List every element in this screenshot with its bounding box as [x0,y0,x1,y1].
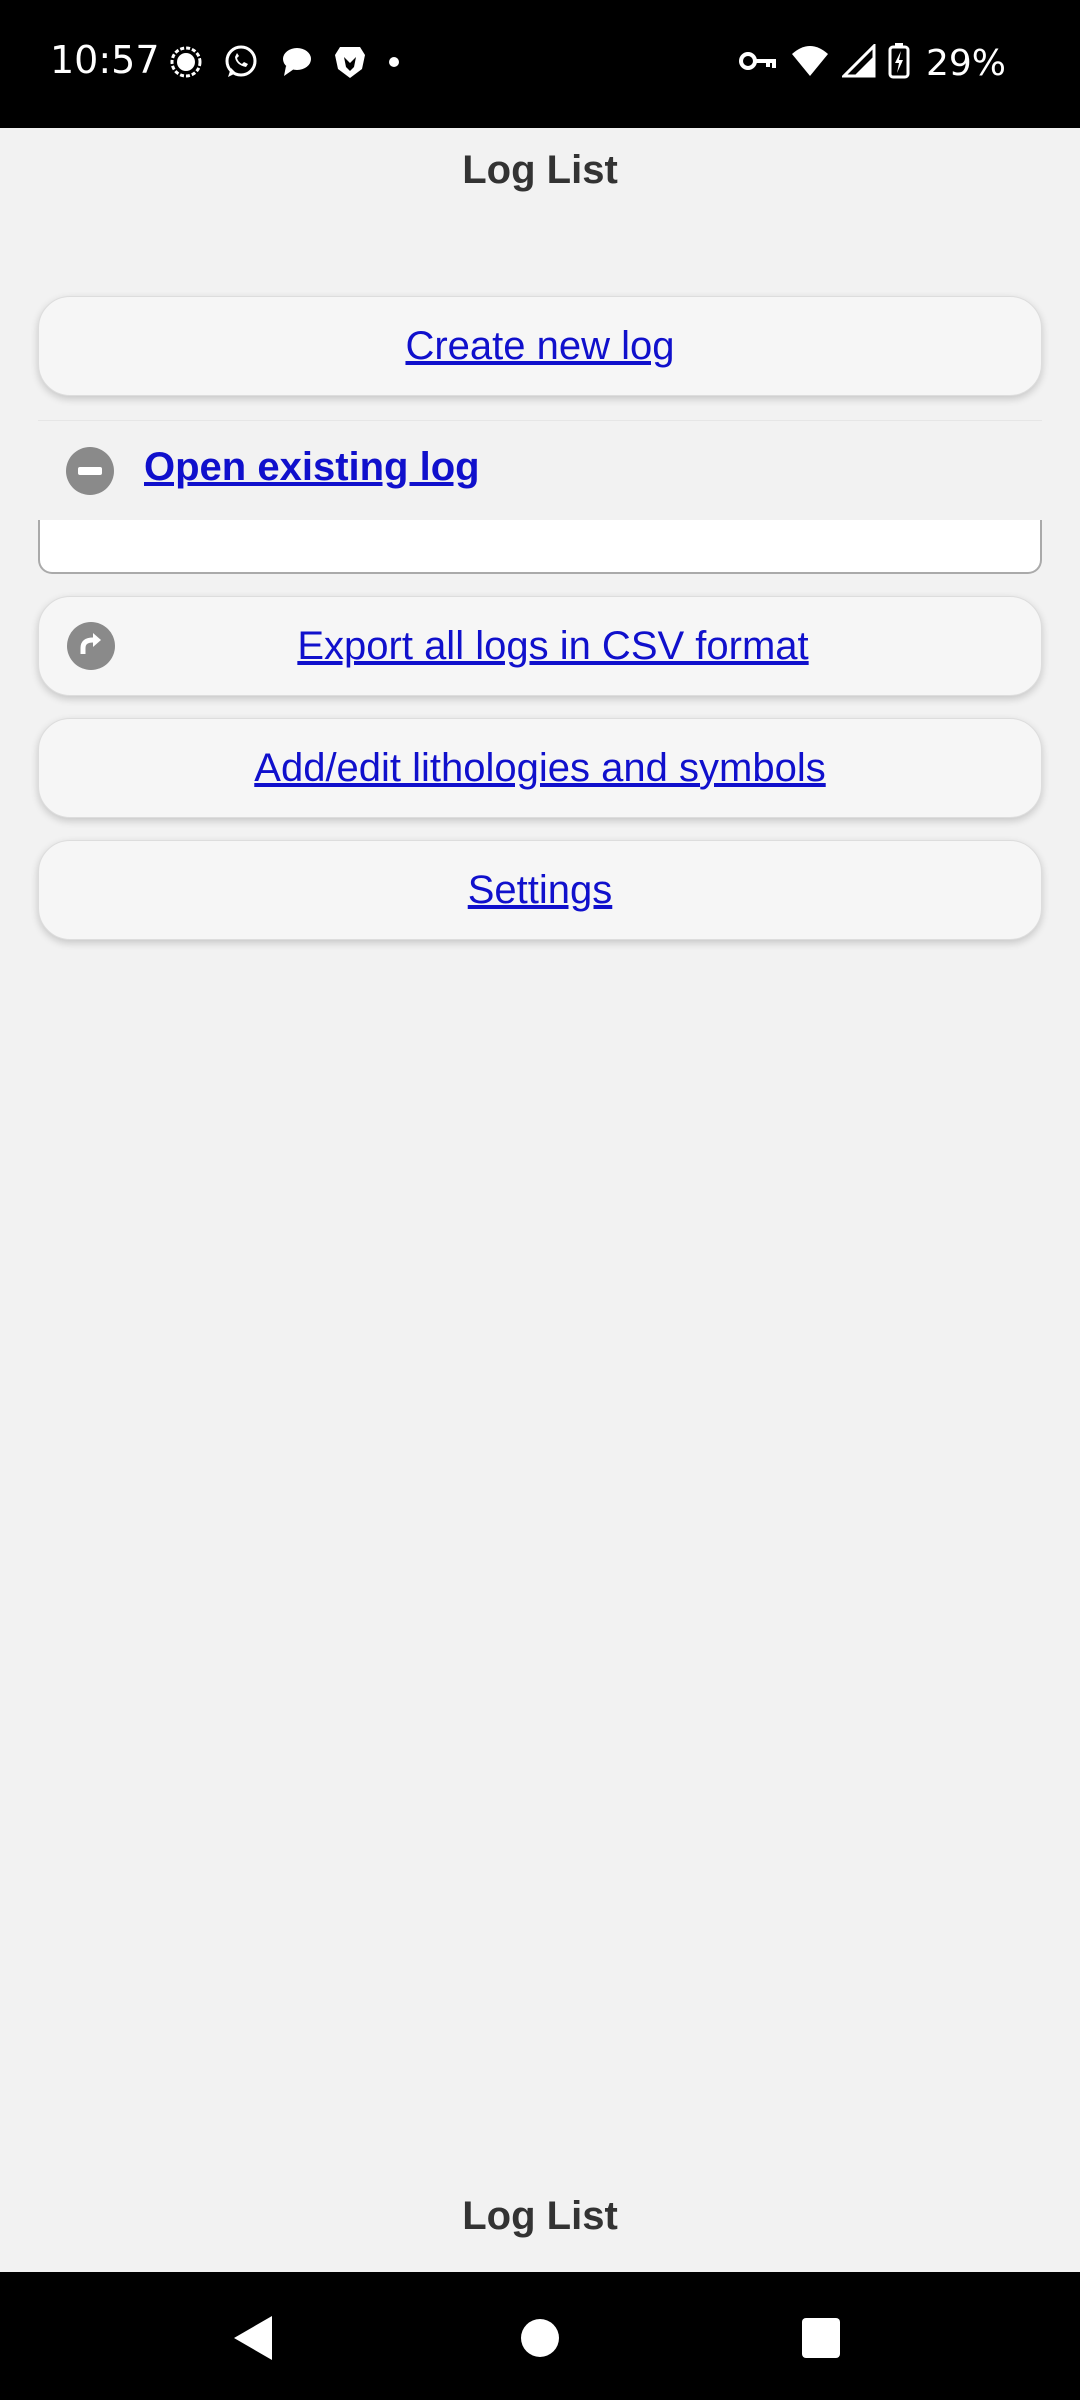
recents-icon[interactable] [800,2314,842,2365]
cell-signal-icon [840,41,876,83]
home-icon[interactable] [520,2314,560,2363]
brave-icon [332,43,368,86]
settings-button[interactable]: Settings [38,840,1042,940]
page-title: Log List [462,148,618,192]
battery-charging-icon [888,42,910,84]
settings-label: Settings [467,867,613,912]
open-existing-log-collapsible[interactable]: Open existing log [38,420,1042,520]
system-icons: 29% [738,40,1006,86]
lithologies-label: Add/edit lithologies and symbols [254,745,826,790]
navigation-bar [0,2272,1080,2400]
status-time: 10:57 [50,38,160,82]
notification-icons [168,44,402,84]
footer-title: Log List [462,2194,618,2238]
create-new-log-label: Create new log [405,323,675,368]
lithologies-button[interactable]: Add/edit lithologies and symbols [38,718,1042,818]
back-icon[interactable] [232,2314,276,2367]
dot-icon [386,54,402,75]
export-csv-button[interactable]: Export all logs in CSV format [38,596,1042,696]
existing-log-list [38,520,1042,574]
redo-arrow-icon [67,622,115,670]
vpn-key-icon [738,46,778,81]
chat-bubble-icon [278,44,314,85]
minus-circle-icon [66,446,114,495]
wifi-icon [790,44,830,83]
battery-percent: 29% [925,42,1006,84]
status-bar: 10:57 29% [0,0,1080,128]
signal-app-icon [168,44,204,85]
export-csv-label: Export all logs in CSV format [297,623,809,668]
open-existing-log-label: Open existing log [144,445,480,489]
whatsapp-icon [222,43,260,86]
create-new-log-button[interactable]: Create new log [38,296,1042,396]
